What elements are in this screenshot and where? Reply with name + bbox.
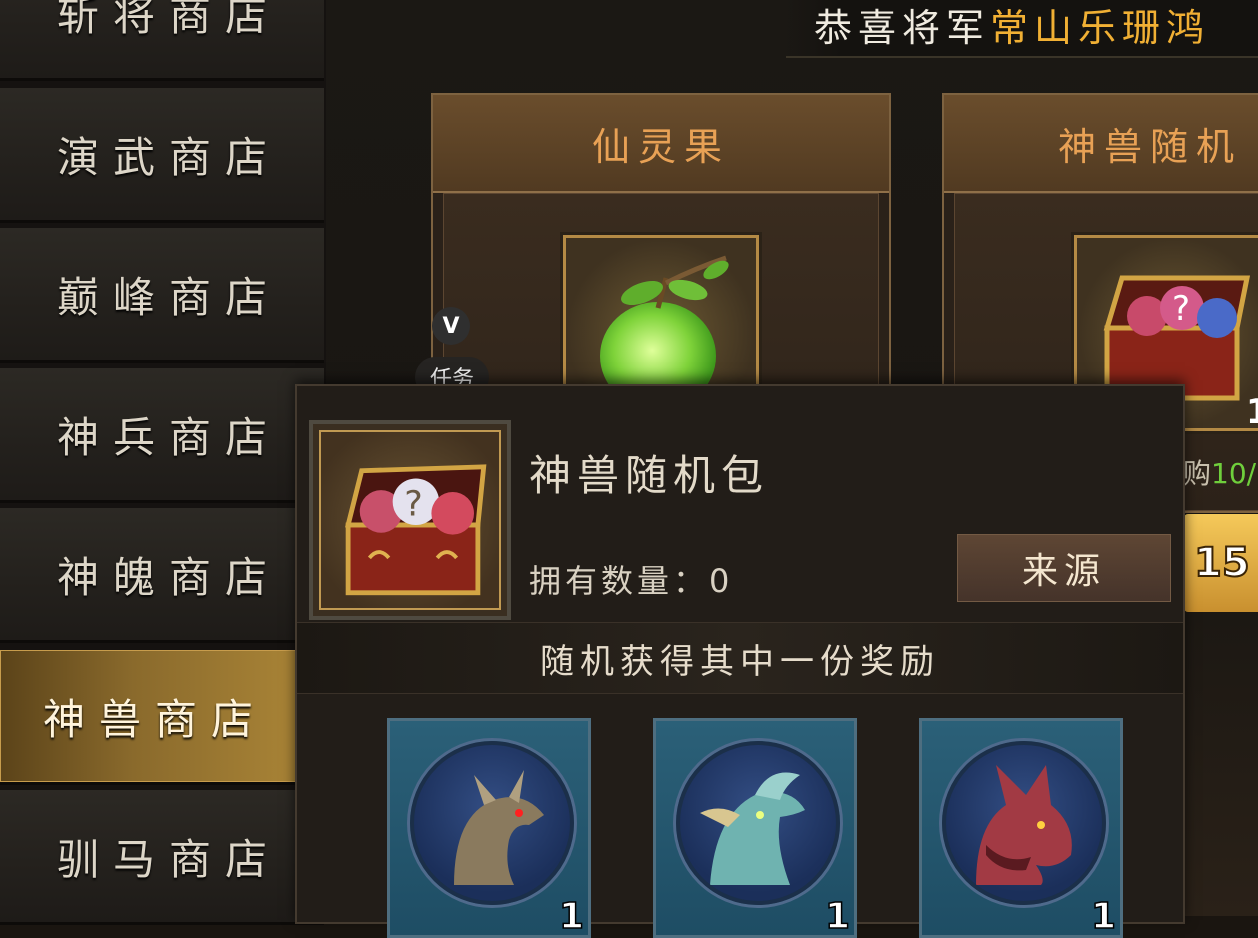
owned-value: 0 <box>709 562 734 600</box>
sidebar-item-yanwu-shop[interactable]: 演武商店 <box>0 88 324 223</box>
popup-item-name: 神兽随机包 <box>529 451 770 500</box>
shop-sidebar: 斩将商店 演武商店 巅峰商店 神兵商店 神魄商店 神兽商店 驯马商店 <box>0 0 326 925</box>
buy-button[interactable]: 15 <box>1184 514 1258 612</box>
sidebar-item-xunma-shop[interactable]: 驯马商店 <box>0 790 324 925</box>
card-quantity: 1 <box>1246 392 1258 432</box>
broadcast-marquee: 恭喜将军常山乐珊鸿 <box>786 0 1258 58</box>
sidebar-item-label: 驯马商店 <box>56 834 281 884</box>
popup-description: 随机获得其中一份奖励 <box>297 622 1183 694</box>
svg-text:?: ? <box>1172 289 1190 329</box>
popup-item-frame: ? <box>309 420 511 620</box>
reward-item[interactable]: 1 <box>387 718 591 938</box>
sidebar-item-label: 斩将商店 <box>56 0 281 40</box>
dragon-portrait-icon <box>410 741 574 905</box>
item-detail-popup: ? 神兽随机包 拥有数量：0 来源 随机获得其中一份奖励 1 1 1 <box>295 384 1185 938</box>
sidebar-item-label: 演武商店 <box>56 132 281 182</box>
treasure-chest-icon: ? <box>319 430 501 610</box>
broadcast-prefix: 恭喜将军 <box>814 6 991 50</box>
sidebar-item-label: 神兵商店 <box>56 412 281 462</box>
griffin-portrait-icon <box>676 741 840 905</box>
reward-count: 1 <box>1090 895 1117 938</box>
vip-badge[interactable]: V <box>432 307 470 345</box>
price-prefix: 购 <box>1183 457 1212 490</box>
reward-item[interactable]: 1 <box>653 718 857 938</box>
sidebar-item-shenbing-shop[interactable]: 神兵商店 <box>0 368 324 503</box>
broadcast-player-name: 常山乐珊 <box>990 6 1167 50</box>
reward-item[interactable]: 1 <box>919 718 1123 938</box>
card-price: 购10/ <box>1183 452 1256 492</box>
sidebar-item-dianfeng-shop[interactable]: 巅峰商店 <box>0 228 324 363</box>
sidebar-item-label: 神兽商店 <box>42 694 267 744</box>
card-title: 神兽随机 <box>944 95 1258 193</box>
sidebar-item-shenpo-shop[interactable]: 神魄商店 <box>0 508 324 643</box>
owned-quantity: 拥有数量：0 <box>529 556 733 602</box>
sidebar-item-label: 神魄商店 <box>56 552 281 602</box>
card-title: 仙灵果 <box>433 95 889 193</box>
owned-label: 拥有数量： <box>529 562 710 600</box>
red-wolf-portrait-icon <box>942 741 1106 905</box>
sidebar-item-zhanjiang-shop[interactable]: 斩将商店 <box>0 0 324 81</box>
broadcast-suffix: 鸿 <box>1166 6 1211 50</box>
svg-text:?: ? <box>404 484 423 524</box>
sidebar-item-shenshou-shop[interactable]: 神兽商店 <box>0 650 296 785</box>
reward-count: 1 <box>558 895 585 938</box>
buy-button-label: 15 <box>1193 539 1251 587</box>
reward-count: 1 <box>824 895 851 938</box>
sidebar-item-label: 巅峰商店 <box>56 272 281 322</box>
source-button[interactable]: 来源 <box>957 534 1171 602</box>
price-value: 10/ <box>1211 457 1257 490</box>
